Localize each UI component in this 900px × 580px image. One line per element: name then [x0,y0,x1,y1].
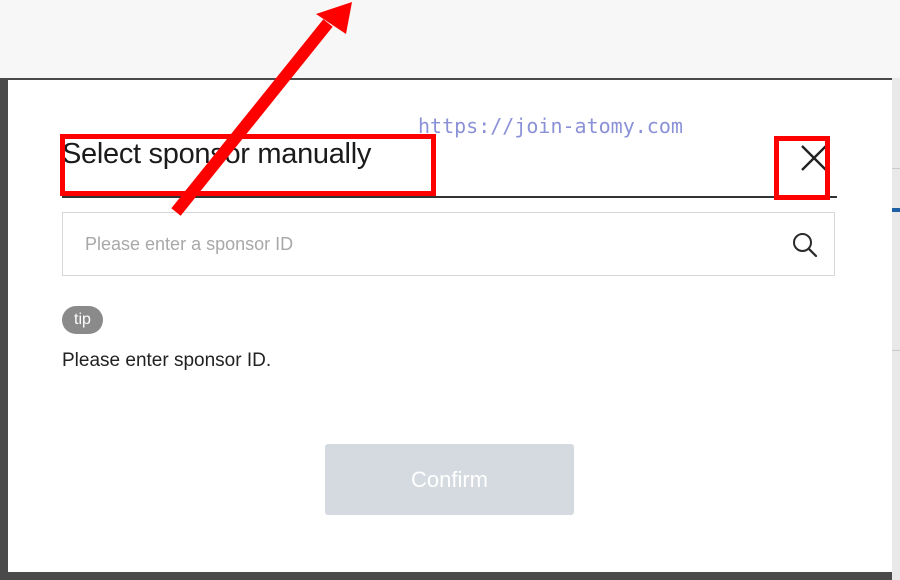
sponsor-modal: Select sponsor manually tip Please enter… [8,80,892,572]
sponsor-id-input[interactable] [85,229,765,259]
background-divider [892,168,900,169]
search-button[interactable] [785,227,825,263]
close-icon [801,145,827,171]
background-page-header [0,0,900,78]
watermark-text: https://join-atomy.com [418,114,683,138]
background-page-edge [892,78,900,580]
background-accent [892,208,900,212]
confirm-button[interactable]: Confirm [325,444,574,515]
background-divider [892,350,900,351]
tip-text: Please enter sponsor ID. [62,350,272,371]
tip-badge: tip [62,306,103,334]
close-button[interactable] [794,138,834,178]
sponsor-search-box [62,212,835,276]
modal-title: Select sponsor manually [62,138,372,170]
title-divider [62,196,837,198]
search-icon [793,233,818,258]
